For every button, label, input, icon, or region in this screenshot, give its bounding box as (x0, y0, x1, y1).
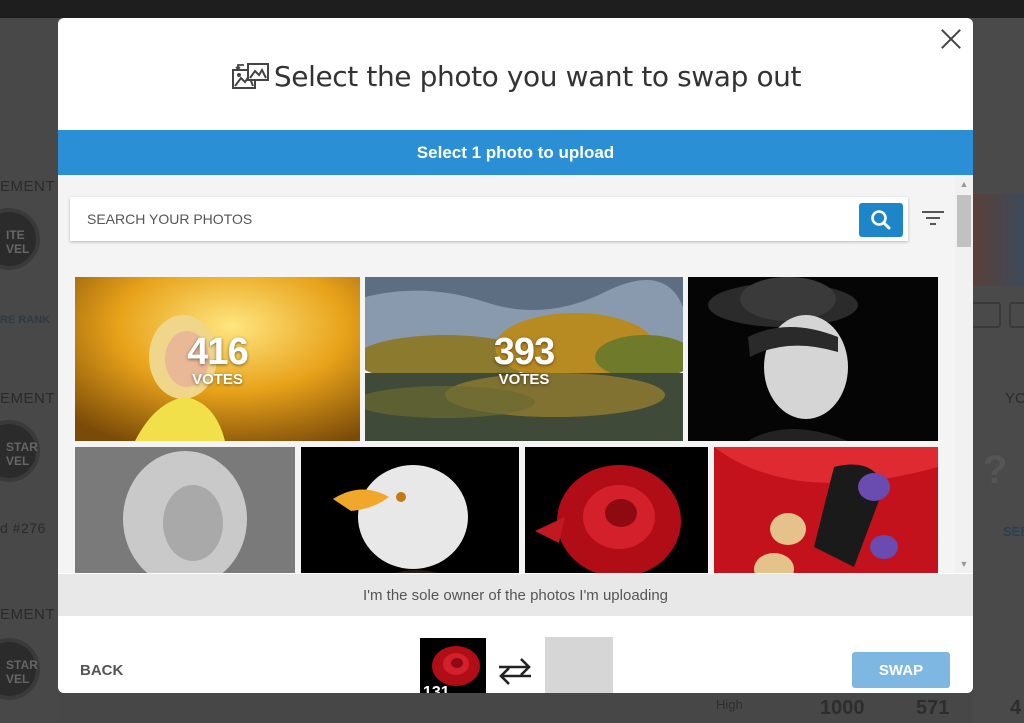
bg-label: YO (1005, 390, 1024, 407)
back-button[interactable]: BACK (80, 662, 123, 679)
upload-instruction-bar: Select 1 photo to upload (58, 130, 973, 175)
photo-tile[interactable] (714, 447, 938, 573)
search-input[interactable] (70, 197, 860, 241)
vote-overlay: 416 VOTES (75, 277, 360, 441)
photo-bald-eagle (301, 447, 519, 573)
swap-target-slot[interactable] (545, 637, 613, 693)
bg-thumbnail (973, 194, 1024, 286)
vote-count: 393 (493, 331, 555, 373)
bg-label: EMENT (0, 178, 55, 195)
selected-count: 131 (423, 684, 450, 693)
bg-button (971, 302, 1001, 328)
photo-tile[interactable] (525, 447, 708, 573)
modal-header: Select the photo you want to swap out (58, 56, 973, 96)
bg-badge-text: ITE (6, 228, 25, 242)
background-bottom-strip: 1000 571 4 High (58, 693, 1021, 723)
selected-photo-thumbnail: 131 (420, 638, 486, 693)
ownership-notice: I'm the sole owner of the photos I'm upl… (58, 574, 973, 616)
photo-red-rose (525, 447, 708, 573)
scroll-down-icon[interactable]: ▼ (959, 559, 969, 569)
bg-badge-text: STAR (6, 658, 38, 672)
filter-icon[interactable] (922, 211, 944, 227)
bg-label: d #276 (0, 520, 46, 536)
scrollbar-thumb[interactable] (957, 195, 971, 247)
photo-shoe-red-satin (714, 447, 938, 573)
swap-button[interactable]: SWAP (852, 652, 950, 688)
vote-count: 416 (187, 331, 248, 373)
photo-tile[interactable] (301, 447, 519, 573)
bg-level-badge: STAR VEL (0, 420, 40, 482)
swap-photo-modal: Select the photo you want to swap out Se… (58, 18, 973, 693)
background-top-bar (0, 0, 1024, 18)
bg-number: 1000 (820, 697, 865, 719)
background-left-column: EMENT ITE VEL RE RANK EMENT STAR VEL d #… (0, 18, 58, 723)
search-box (70, 197, 908, 241)
photo-swap-icon (231, 63, 269, 89)
bg-label: EMENT (0, 606, 55, 623)
bg-badge-text: VEL (6, 672, 30, 686)
bg-level-badge: ITE VEL (0, 208, 40, 270)
vote-overlay: 393 VOTES (365, 277, 683, 441)
bg-number: 4 (1010, 697, 1022, 719)
vote-label: VOTES (498, 371, 550, 388)
bg-level-badge: STAR VEL (0, 638, 40, 700)
bg-badge-text: VEL (6, 454, 30, 468)
search-button[interactable] (859, 203, 903, 237)
bg-badge-text: VEL (6, 242, 30, 256)
bg-number: 571 (916, 697, 950, 719)
vote-label: VOTES (192, 371, 243, 388)
bg-question-mark: ? (983, 448, 1008, 492)
bg-label: SEE (1003, 524, 1024, 539)
bg-badge-text: STAR (6, 440, 38, 454)
photo-boy-hat-bw (688, 277, 938, 441)
background-right-column: YO ? SEE (971, 18, 1024, 723)
bg-label: EMENT (0, 390, 55, 407)
scroll-up-icon[interactable]: ▲ (959, 179, 969, 189)
swap-arrows-icon (499, 658, 531, 685)
search-icon (871, 210, 891, 230)
photo-woman-bw-portrait (75, 447, 295, 573)
close-icon[interactable] (938, 26, 964, 52)
photo-tile[interactable] (688, 277, 938, 441)
gallery-scrollbar[interactable]: ▲ ▼ (955, 175, 973, 573)
photo-tile[interactable]: 393 VOTES (365, 277, 683, 441)
photo-gallery: 416 VOTES 393 VOTES (58, 175, 973, 573)
bg-button (1009, 302, 1024, 328)
bg-label: RE RANK (0, 314, 51, 326)
modal-title: Select the photo you want to swap out (273, 59, 802, 93)
photo-tile[interactable]: 416 VOTES (75, 277, 360, 441)
bg-word: High (716, 697, 743, 712)
photo-tile[interactable] (75, 447, 295, 573)
